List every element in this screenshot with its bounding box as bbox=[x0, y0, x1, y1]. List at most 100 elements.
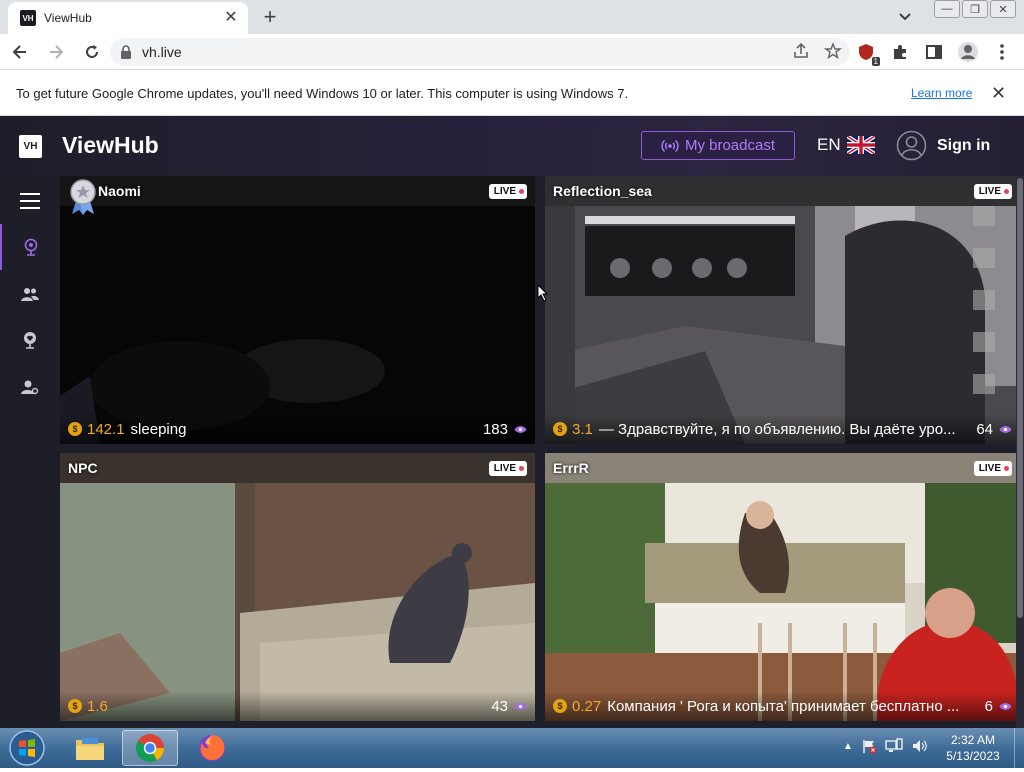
stream-topic: sleeping bbox=[130, 420, 187, 438]
address-bar[interactable]: vh.live bbox=[110, 38, 850, 66]
live-label: LIVE bbox=[493, 463, 516, 474]
back-arrow-icon bbox=[12, 44, 26, 59]
live-dot bbox=[1004, 466, 1009, 471]
minimize-button[interactable]: — bbox=[934, 0, 960, 18]
tab-close-icon[interactable]: ✕ bbox=[222, 9, 240, 27]
extension-badge: 1 bbox=[871, 57, 880, 66]
volume-icon[interactable] bbox=[911, 738, 927, 754]
folder-icon bbox=[76, 738, 104, 760]
clock-time: 2:32 AM bbox=[950, 733, 996, 747]
tray-expand-icon[interactable]: ▲ bbox=[843, 741, 853, 752]
live-badge: LIVE bbox=[488, 461, 527, 476]
sidebar-item-favorites[interactable] bbox=[0, 317, 60, 363]
sidebar-item-account[interactable] bbox=[0, 364, 60, 410]
back-button[interactable] bbox=[4, 36, 36, 68]
extensions-puzzle-icon[interactable] bbox=[888, 40, 912, 64]
reload-icon bbox=[86, 44, 98, 58]
infobar-close-icon[interactable]: ✕ bbox=[991, 83, 1006, 104]
my-broadcast-button[interactable]: My broadcast bbox=[641, 131, 795, 160]
language-selector[interactable]: EN bbox=[817, 135, 875, 155]
page-scrollbar[interactable] bbox=[1016, 176, 1024, 728]
sidebar-item-users[interactable] bbox=[0, 271, 60, 317]
cam-heart-icon bbox=[24, 332, 36, 349]
network-icon[interactable] bbox=[885, 738, 903, 754]
streamer-name: ErrrR bbox=[553, 460, 589, 476]
forward-arrow-icon bbox=[50, 44, 64, 59]
stream-thumbnail[interactable] bbox=[545, 176, 1020, 444]
stream-thumbnail[interactable] bbox=[60, 453, 535, 721]
eye-icon bbox=[999, 702, 1012, 710]
stream-card-footer: $ 3.1 — Здравствуйте, я по объявлению. В… bbox=[545, 414, 1020, 444]
live-dot bbox=[1004, 189, 1009, 194]
browser-tab[interactable]: VH ViewHub ✕ bbox=[8, 2, 248, 34]
sidebar-item-live-cams[interactable] bbox=[0, 224, 60, 270]
live-badge: LIVE bbox=[973, 184, 1012, 199]
live-dot bbox=[519, 189, 524, 194]
sign-in-button[interactable]: Sign in bbox=[896, 130, 990, 161]
start-button[interactable] bbox=[7, 729, 47, 767]
taskbar-explorer[interactable] bbox=[62, 730, 118, 766]
taskbar-clock[interactable]: 2:32 AM 5/13/2023 bbox=[938, 732, 1008, 764]
stream-topic: — Здравствуйте, я по объявлению. Вы даёт… bbox=[598, 420, 956, 438]
profile-avatar-icon[interactable] bbox=[956, 40, 980, 64]
tab-search-icon[interactable] bbox=[895, 8, 915, 26]
sign-in-label: Sign in bbox=[937, 136, 991, 154]
taskbar-chrome[interactable] bbox=[122, 730, 178, 766]
eye-icon bbox=[999, 425, 1012, 433]
stream-price: 3.1 bbox=[572, 420, 593, 438]
url-text[interactable]: vh.live bbox=[142, 44, 182, 60]
stream-topic: Компания ' Рога и копыта' принимает бесп… bbox=[607, 697, 960, 715]
streamer-name: Naomi bbox=[98, 183, 141, 199]
taskbar-firefox[interactable] bbox=[184, 730, 240, 766]
stream-card-footer: $ 1.6 43 bbox=[60, 691, 535, 721]
site-logo[interactable]: VH bbox=[19, 135, 42, 158]
live-badge: LIVE bbox=[973, 461, 1012, 476]
lock-icon[interactable] bbox=[120, 45, 132, 59]
stream-card[interactable]: Reflection_sea LIVE $ 3.1 — Здравствуйте… bbox=[545, 176, 1020, 444]
live-label: LIVE bbox=[978, 186, 1001, 197]
viewer-count: 43 bbox=[491, 697, 508, 715]
maximize-button[interactable]: ❐ bbox=[962, 0, 988, 18]
tab-title: ViewHub bbox=[44, 11, 92, 25]
stream-card-footer: $ 0.27 Компания ' Рога и копыта' принима… bbox=[545, 691, 1020, 721]
coin-icon: $ bbox=[68, 699, 82, 713]
site-title[interactable]: ViewHub bbox=[62, 132, 159, 159]
clock-date: 5/13/2023 bbox=[946, 749, 1000, 763]
stream-price: 0.27 bbox=[572, 697, 602, 715]
viewer-count: 6 bbox=[984, 697, 993, 715]
coin-icon: $ bbox=[553, 699, 567, 713]
learn-more-link[interactable]: Learn more bbox=[911, 86, 972, 100]
scrollbar-thumb[interactable] bbox=[1017, 178, 1023, 618]
share-icon[interactable] bbox=[792, 42, 810, 60]
extension-shield-icon[interactable]: 1 bbox=[854, 40, 880, 66]
chrome-menu-icon[interactable] bbox=[990, 40, 1014, 64]
stream-card-footer: $ 142.1 sleeping 183 bbox=[60, 414, 535, 444]
top-model-badge-icon bbox=[70, 179, 96, 215]
streamer-name: Reflection_sea bbox=[553, 183, 652, 199]
stream-card[interactable]: Naomi LIVE $ 142.1 sleeping 183 bbox=[60, 176, 535, 444]
live-label: LIVE bbox=[978, 463, 1001, 474]
update-infobar: To get future Google Chrome updates, you… bbox=[0, 71, 1024, 116]
viewer-count: 64 bbox=[976, 420, 993, 438]
stream-card[interactable]: ErrrR LIVE $ 0.27 Компания ' Рога и копы… bbox=[545, 453, 1020, 721]
new-tab-button[interactable]: + bbox=[258, 5, 282, 29]
side-panel-icon[interactable] bbox=[922, 40, 946, 64]
hamburger-menu-icon[interactable] bbox=[0, 178, 60, 224]
tab-strip: VH ViewHub ✕ + — ❐ ✕ bbox=[0, 0, 1024, 34]
bookmark-star-icon[interactable] bbox=[824, 42, 842, 60]
tab-favicon: VH bbox=[20, 10, 36, 26]
site-sidebar bbox=[0, 176, 60, 728]
coin-icon: $ bbox=[68, 422, 82, 436]
firefox-icon bbox=[199, 735, 225, 761]
broadcast-icon bbox=[661, 139, 679, 152]
stream-thumbnail[interactable] bbox=[60, 176, 535, 444]
close-window-button[interactable]: ✕ bbox=[990, 0, 1016, 18]
reload-button[interactable] bbox=[76, 36, 108, 68]
user-avatar-icon bbox=[896, 130, 927, 161]
stream-card[interactable]: NPC LIVE $ 1.6 43 bbox=[60, 453, 535, 721]
stream-thumbnail[interactable] bbox=[545, 453, 1020, 721]
action-center-flag-icon[interactable] bbox=[861, 738, 877, 754]
site-header: VH ViewHub My broadcast EN Sign in bbox=[0, 116, 1024, 176]
show-desktop-button[interactable] bbox=[1014, 728, 1024, 768]
forward-button[interactable] bbox=[40, 36, 72, 68]
